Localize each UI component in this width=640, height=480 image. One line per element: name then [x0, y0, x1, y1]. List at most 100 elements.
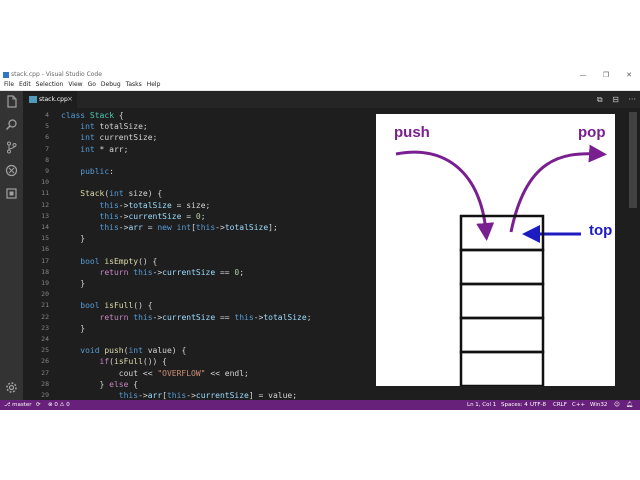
cursor-position[interactable]: Ln 1, Col 1	[467, 400, 496, 410]
code-line: cout << "OVERFLOW" << endl;	[61, 368, 249, 378]
code-line: public:	[80, 167, 114, 176]
menu-selection[interactable]: Selection	[36, 80, 64, 90]
stack-slot	[459, 316, 545, 354]
branch-name: master	[12, 402, 32, 408]
scrollbar-thumb[interactable]	[629, 112, 637, 208]
code-line: if(isFull()) {	[99, 357, 167, 367]
stack-diagram: push pop top	[376, 114, 615, 386]
indentation[interactable]: Spaces: 4	[501, 400, 528, 410]
code-line: }	[61, 234, 86, 244]
debug-icon[interactable]	[5, 164, 18, 177]
stack-slot	[459, 248, 545, 286]
encoding[interactable]: UTF-8	[530, 400, 546, 410]
code-line: void push(int value) {	[80, 346, 187, 356]
line-number: 23	[41, 323, 49, 332]
code-line: Stack(int size) {	[80, 189, 163, 199]
push-label: push	[394, 124, 430, 141]
code-line: bool isEmpty() {	[80, 256, 158, 266]
minimize-button[interactable]: —	[572, 70, 594, 80]
code-line: class Stack {	[61, 111, 124, 120]
line-number: 10	[41, 178, 49, 187]
platform[interactable]: Win32	[590, 400, 607, 410]
sync-icon[interactable]: ⟳	[36, 400, 41, 410]
line-number: 5	[45, 122, 49, 131]
branch-indicator[interactable]: ⎇ master	[4, 400, 32, 410]
stack-diagram-graphic	[395, 144, 607, 386]
code-line: int currentSize;	[80, 133, 158, 143]
notifications-icon[interactable]: 🔔︎	[626, 400, 633, 410]
tab-stack-cpp[interactable]: stack.cpp ×	[23, 91, 77, 108]
code-line: } else {	[61, 379, 139, 389]
line-number: 7	[45, 144, 49, 153]
close-window-button[interactable]: ✕	[618, 70, 640, 80]
line-number: 26	[41, 357, 49, 366]
line-number: 25	[41, 346, 49, 355]
extensions-icon[interactable]	[5, 187, 18, 200]
line-number: 12	[41, 200, 49, 209]
window-title: stack.cpp - Visual Studio Code	[11, 71, 102, 78]
tab-label: stack.cpp	[39, 96, 68, 103]
settings-gear-icon[interactable]	[5, 381, 18, 394]
line-number: 6	[45, 133, 49, 142]
code-line: this->totalSize = size;	[99, 200, 211, 210]
menu-tasks[interactable]: Tasks	[126, 80, 142, 90]
menu-go[interactable]: Go	[88, 80, 96, 90]
editor-actions: ⧉ ⊟ ···	[590, 91, 636, 108]
stack-slot	[459, 214, 545, 252]
line-number: 9	[45, 167, 49, 175]
tab-bar: stack.cpp × ⧉ ⊟ ···	[23, 91, 640, 108]
restore-button[interactable]: ❐	[595, 70, 617, 80]
line-number: 16	[41, 245, 49, 254]
status-bar: ⎇ master ⟳ ⊗ 0 ⚠ 0 Ln 1, Col 1 Spaces: 4…	[0, 400, 640, 410]
error-count: 0	[54, 402, 58, 408]
files-icon[interactable]	[5, 95, 18, 108]
stack-slot	[459, 350, 545, 386]
line-number: 17	[41, 256, 49, 265]
line-number: 18	[41, 267, 49, 276]
line-number: 19	[41, 279, 49, 287]
line-number: 20	[41, 290, 49, 299]
code-line: this->currentSize = 0;	[99, 211, 206, 221]
code-line: bool isFull() {	[80, 301, 153, 311]
close-tab-icon[interactable]: ×	[67, 91, 73, 108]
open-changes-icon[interactable]: ⧉	[597, 95, 603, 104]
feedback-icon[interactable]: ☺	[614, 400, 620, 410]
line-number: 15	[41, 234, 49, 243]
code-line: int * arr;	[80, 144, 129, 154]
menu-help[interactable]: Help	[147, 80, 161, 90]
line-number: 8	[45, 155, 49, 164]
language-mode[interactable]: C++	[572, 400, 585, 410]
stack-slots	[459, 214, 545, 386]
menu-file[interactable]: File	[4, 80, 14, 90]
more-actions-icon[interactable]: ···	[628, 95, 636, 104]
activity-bar	[0, 91, 23, 400]
code-line: return this->currentSize == this->totalS…	[99, 312, 312, 322]
line-number: 27	[41, 368, 49, 377]
code-line: this->arr = new int[this->totalSize];	[99, 223, 278, 232]
letterbox-bottom	[0, 410, 640, 480]
pop-label: pop	[578, 124, 606, 141]
push-arrow	[395, 150, 495, 241]
line-number: 11	[41, 189, 49, 198]
problems-indicator[interactable]: ⊗ 0 ⚠ 0	[48, 400, 70, 410]
vscode-logo-icon	[3, 72, 9, 78]
letterbox-top	[0, 0, 640, 70]
menu-edit[interactable]: Edit	[19, 80, 31, 90]
code-line: }	[61, 279, 86, 288]
search-icon[interactable]	[5, 118, 18, 131]
title-bar: stack.cpp - Visual Studio Code — ❐ ✕	[0, 70, 640, 80]
editor-scrollbar[interactable]	[626, 108, 640, 400]
line-number: 22	[41, 312, 49, 321]
code-line: }	[61, 323, 86, 333]
cpp-file-icon	[29, 96, 37, 103]
line-ending[interactable]: CRLF	[553, 400, 567, 410]
line-number: 21	[41, 301, 49, 310]
menu-bar: File Edit Selection View Go Debug Tasks Help	[0, 80, 640, 91]
source-control-icon[interactable]	[5, 141, 18, 154]
code-line: int totalSize;	[80, 122, 148, 132]
pop-arrow	[509, 144, 607, 233]
menu-view[interactable]: View	[68, 80, 82, 90]
menu-debug[interactable]: Debug	[101, 80, 121, 90]
split-editor-icon[interactable]: ⊟	[612, 95, 619, 104]
code-line: return this->currentSize == 0;	[99, 267, 245, 277]
